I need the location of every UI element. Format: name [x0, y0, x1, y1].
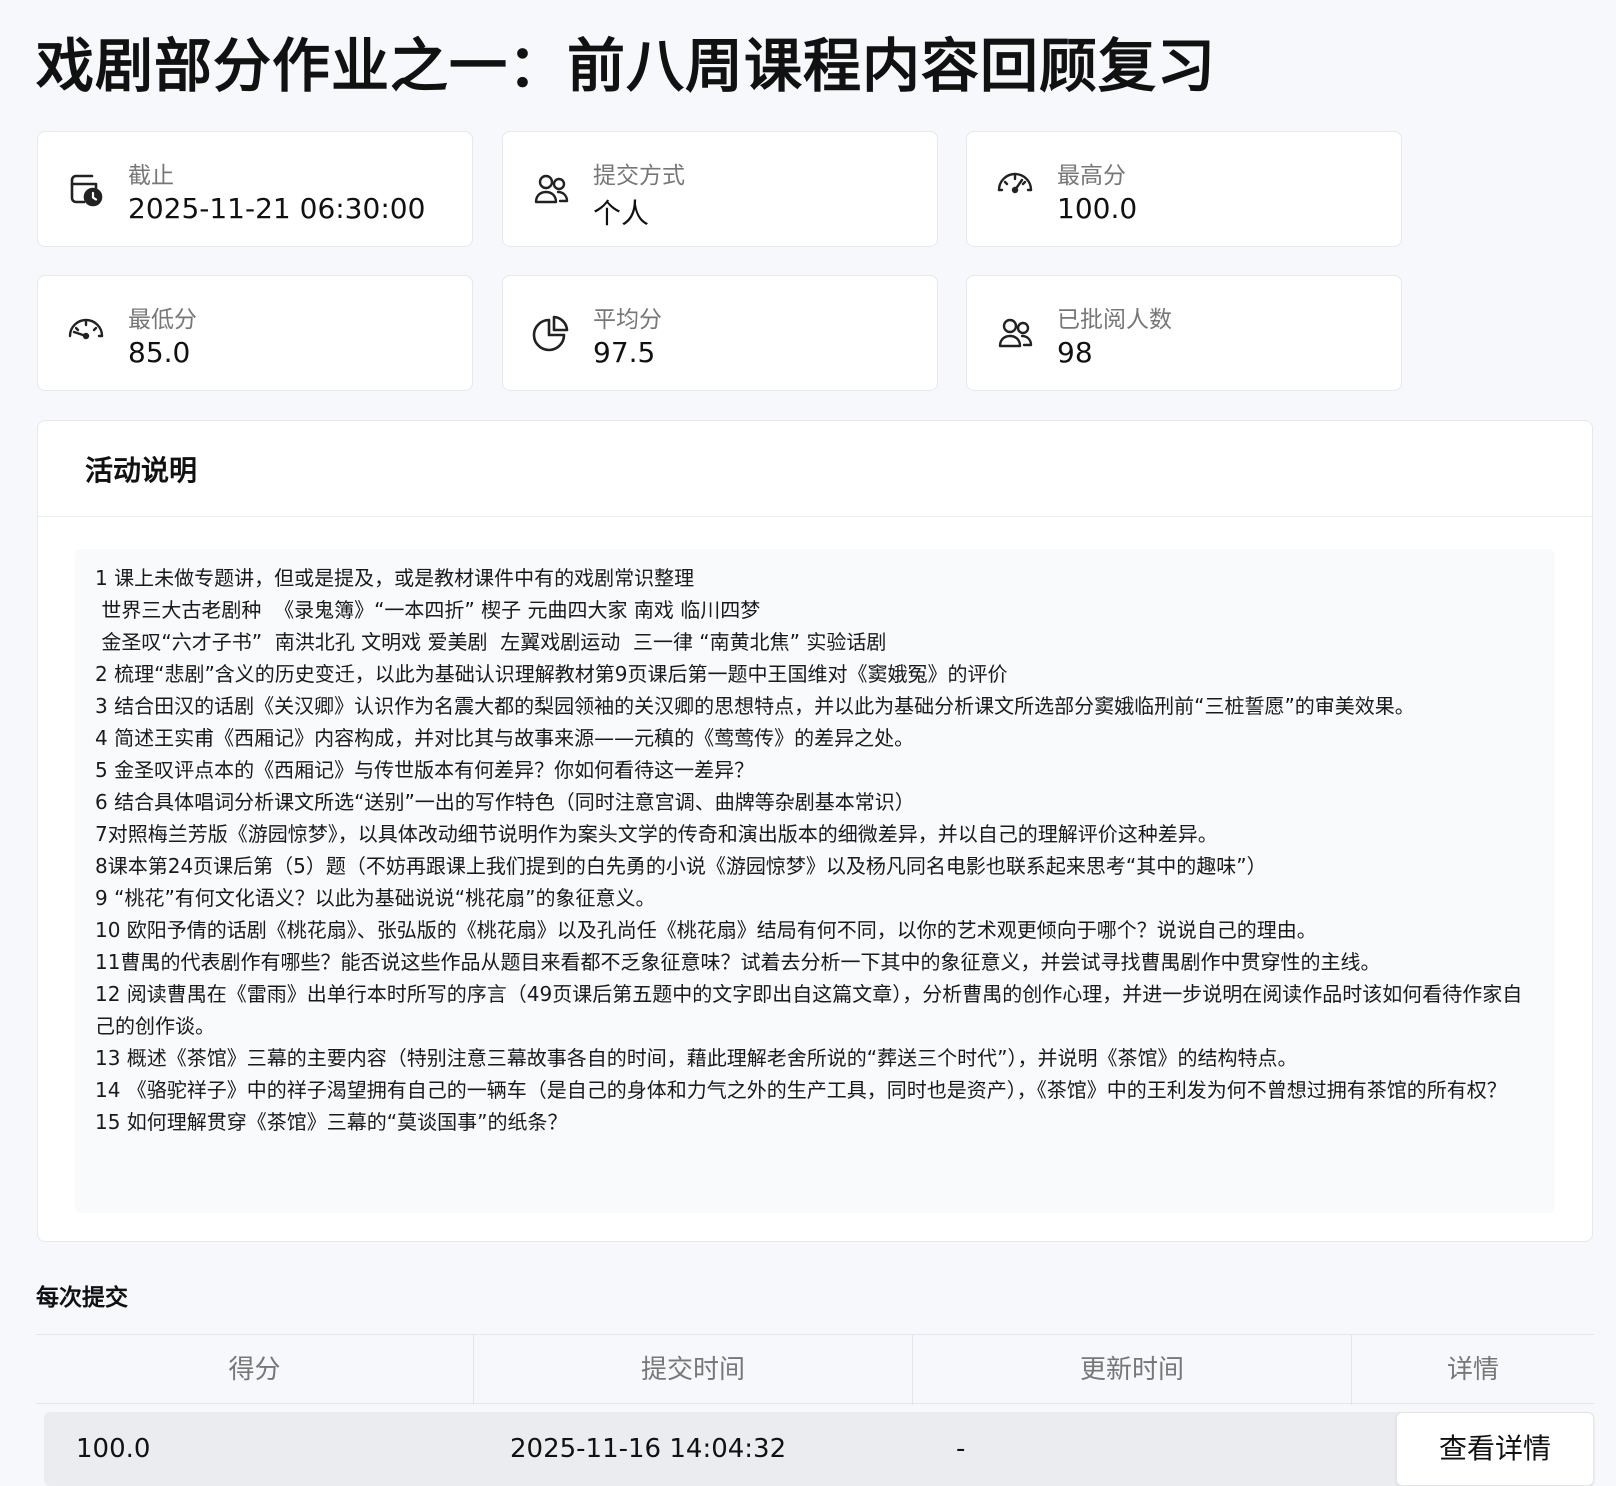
description-line: 2 梳理“悲剧”含义的历史变迁，以此为基础认识理解教材第9页课后第一题中王国维对…	[95, 662, 1008, 686]
table-row: 100.0 2025-11-16 14:04:32 - 查看详情	[44, 1412, 1594, 1486]
cell-score: 100.0	[76, 1434, 151, 1464]
description-line: 7对照梅兰芳版《游园惊梦》，以具体改动细节说明作为案头文学的传奇和演出版本的细微…	[95, 822, 1218, 846]
description-line: 世界三大古老剧种 《录鬼簿》“一本四折” 楔子 元曲四大家 南戏 临川四梦	[95, 598, 761, 622]
calendar-clock-icon	[66, 170, 106, 210]
stat-card-deadline: 截止 2025-11-21 06:30:00	[37, 131, 473, 247]
description-line: 6 结合具体唱词分析课文所选“送别”一出的写作特色（同时注意宫调、曲牌等杂剧基本…	[95, 790, 915, 814]
stat-value: 2025-11-21 06:30:00	[128, 192, 426, 225]
stat-value: 98	[1057, 336, 1093, 369]
stat-card-submission-mode: 提交方式 个人	[502, 131, 938, 247]
description-line: 15 如何理解贯穿《茶馆》三幕的“莫谈国事”的纸条？	[95, 1110, 568, 1134]
description-line: 5 金圣叹评点本的《西厢记》与传世版本有何差异？你如何看待这一差异？	[95, 758, 755, 782]
table-header: 得分 提交时间 更新时间 详情	[36, 1334, 1594, 1405]
cell-submitted-time: 2025-11-16 14:04:32	[510, 1434, 787, 1464]
stat-label: 最低分	[128, 307, 197, 333]
description-line: 12 阅读曹禺在《雷雨》出单行本时所写的序言（49页课后第五题中的文字即出自这篇…	[95, 982, 1523, 1038]
stat-label: 提交方式	[593, 163, 685, 189]
stat-label: 已批阅人数	[1057, 307, 1172, 333]
column-header-updated-time[interactable]: 更新时间	[913, 1335, 1352, 1405]
view-details-button[interactable]: 查看详情	[1396, 1412, 1594, 1486]
stat-label: 平均分	[593, 307, 662, 333]
activity-description-body: 1 课上未做专题讲，但或是提及，或是教材课件中有的戏剧常识整理 世界三大古老剧种…	[75, 549, 1555, 1213]
description-line: 9 “桃花”有何文化语义？以此为基础说说“桃花扇”的象征意义。	[95, 886, 656, 910]
activity-description-title: 活动说明	[85, 453, 198, 487]
submissions-table: 得分 提交时间 更新时间 详情 100.0 2025-11-16 14:04:3…	[36, 1334, 1594, 1486]
page-title: 戏剧部分作业之一：前八周课程内容回顾复习	[36, 32, 1217, 100]
description-line: 11曹禺的代表剧作有哪些？能否说这些作品从题目来看都不乏象征意味？试着去分析一下…	[95, 950, 1381, 974]
stat-card-graded-count: 已批阅人数 98	[966, 275, 1402, 391]
column-header-submitted-time[interactable]: 提交时间	[474, 1335, 913, 1405]
stat-label: 最高分	[1057, 163, 1126, 189]
description-line: 1 课上未做专题讲，但或是提及，或是教材课件中有的戏剧常识整理	[95, 566, 695, 590]
description-line: 8课本第24页课后第（5）题（不妨再跟课上我们提到的白先勇的小说《游园惊梦》以及…	[95, 854, 1267, 878]
gauge-low-icon	[66, 314, 106, 354]
description-line: 10 欧阳予倩的话剧《桃花扇》、张弘版的《桃花扇》以及孔尚任《桃花扇》结局有何不…	[95, 918, 1317, 942]
stat-value: 个人	[593, 197, 650, 230]
description-line: 金圣叹“六才子书” 南洪北孔 文明戏 爱美剧 左翼戏剧运动 三一律 “南黄北焦”…	[95, 630, 887, 654]
assignment-page: 戏剧部分作业之一：前八周课程内容回顾复习 截止 2025-11-21 06:30…	[0, 0, 1616, 1486]
stat-value: 85.0	[128, 336, 191, 369]
description-line: 13 概述《茶馆》三幕的主要内容（特别注意三幕故事各自的时间，藉此理解老舍所说的…	[95, 1046, 1298, 1070]
stat-value: 100.0	[1057, 192, 1138, 225]
description-line: 4 简述王实甫《西厢记》内容构成，并对比其与故事来源——元稹的《莺莺传》的差异之…	[95, 726, 915, 750]
description-line: 3 结合田汉的话剧《关汉卿》认识作为名震大都的梨园领袖的关汉卿的思想特点，并以此…	[95, 694, 1415, 718]
stat-card-average-score: 平均分 97.5	[502, 275, 938, 391]
gauge-high-icon	[995, 170, 1035, 210]
users-icon	[531, 170, 571, 210]
activity-description-header: 活动说明	[38, 421, 1592, 517]
description-line: 14 《骆驼祥子》中的祥子渴望拥有自己的一辆车（是自己的身体和力气之外的生产工具…	[95, 1078, 1507, 1102]
activity-description-panel: 活动说明 1 课上未做专题讲，但或是提及，或是教材课件中有的戏剧常识整理 世界三…	[37, 420, 1593, 1242]
stat-value: 97.5	[593, 336, 656, 369]
column-header-details: 详情	[1446, 1355, 1499, 1385]
stat-card-min-score: 最低分 85.0	[37, 275, 473, 391]
pie-chart-icon	[531, 314, 571, 354]
column-header-score[interactable]: 得分	[36, 1335, 474, 1405]
stat-label: 截止	[128, 163, 174, 189]
cell-updated-time: -	[956, 1434, 966, 1464]
stat-card-max-score: 最高分 100.0	[966, 131, 1402, 247]
users-icon	[995, 314, 1035, 354]
submissions-heading: 每次提交	[36, 1285, 128, 1311]
